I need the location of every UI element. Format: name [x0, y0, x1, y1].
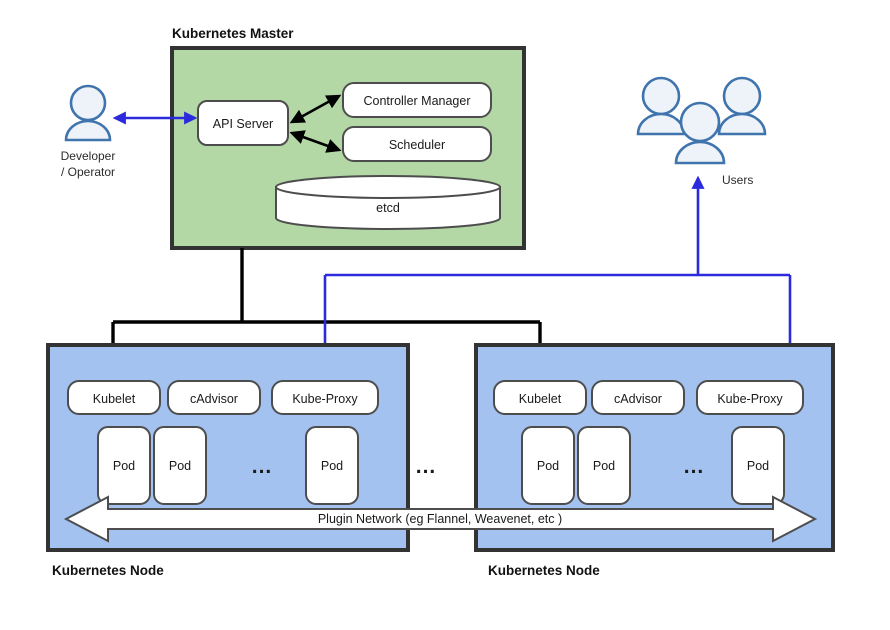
pod-label: Pod	[113, 459, 135, 473]
node-left-pod-1[interactable]: Pod	[97, 426, 151, 505]
node-left-title: Kubernetes Node	[52, 563, 164, 578]
etcd-top	[275, 175, 501, 199]
kubelet-label: Kubelet	[93, 392, 136, 406]
api-server-label: API Server	[213, 117, 273, 131]
node-right-pod-ellipsis: ...	[684, 455, 705, 478]
cadvisor-label: cAdvisor	[190, 392, 238, 406]
node-right-cadvisor[interactable]: cAdvisor	[591, 380, 685, 415]
people-group-icon-head-left	[641, 76, 681, 116]
developer-label-line2: / Operator	[61, 165, 115, 179]
people-group-icon-head-right	[722, 76, 762, 116]
cadvisor-label: cAdvisor	[614, 392, 662, 406]
kubernetes-master-group: Kubernetes Master API Server Controller …	[170, 26, 526, 250]
node-right-title: Kubernetes Node	[488, 563, 600, 578]
kubelet-label: Kubelet	[519, 392, 562, 406]
kube-proxy-label: Kube-Proxy	[292, 392, 358, 406]
developer-operator-actor[interactable]: Developer / Operator	[61, 84, 116, 179]
kubernetes-node-right: Kubelet cAdvisor Kube-Proxy Pod Pod ... …	[474, 343, 835, 578]
pod-label: Pod	[321, 459, 343, 473]
controller-manager-label: Controller Manager	[364, 94, 471, 108]
pod-label: Pod	[537, 459, 559, 473]
users-label: Users	[722, 173, 753, 187]
node-left-kube-proxy[interactable]: Kube-Proxy	[271, 380, 379, 415]
master-title: Kubernetes Master	[172, 26, 294, 41]
node-left-pod-2[interactable]: Pod	[153, 426, 207, 505]
people-group-icon-body-center	[674, 140, 726, 165]
scheduler-label: Scheduler	[389, 138, 445, 152]
node-right-pod-1[interactable]: Pod	[521, 426, 575, 505]
node-right-kube-proxy[interactable]: Kube-Proxy	[696, 380, 804, 415]
kubernetes-architecture-diagram: Kubernetes Master API Server Controller …	[46, 26, 835, 578]
pod-label: Pod	[169, 459, 191, 473]
users-actor[interactable]: Users	[636, 76, 767, 187]
developer-label-line1: Developer	[61, 149, 116, 163]
diagram-root: Kubernetes Master API Server Controller …	[0, 0, 890, 630]
kube-proxy-label: Kube-Proxy	[717, 392, 783, 406]
people-group-icon-body-left	[636, 112, 686, 136]
kubernetes-node-left: Kubelet cAdvisor Kube-Proxy Pod Pod ... …	[46, 343, 410, 578]
scheduler-box[interactable]: Scheduler	[342, 126, 492, 162]
etcd-label: etcd	[376, 201, 400, 215]
pod-label: Pod	[593, 459, 615, 473]
people-group-icon-body-right	[717, 112, 767, 136]
node-left-kubelet[interactable]: Kubelet	[67, 380, 161, 415]
people-group-icon-head-center	[679, 101, 721, 143]
node-right-pod-2[interactable]: Pod	[577, 426, 631, 505]
plugin-network-label: Plugin Network (eg Flannel, Weavenet, et…	[318, 512, 562, 526]
pod-label: Pod	[747, 459, 769, 473]
api-server-box[interactable]: API Server	[197, 100, 289, 146]
etcd-cylinder[interactable]: etcd	[275, 175, 501, 230]
node-right-kubelet[interactable]: Kubelet	[493, 380, 587, 415]
person-icon-head	[69, 84, 107, 122]
node-left-cadvisor[interactable]: cAdvisor	[167, 380, 261, 415]
between-nodes-ellipsis: ...	[416, 455, 437, 478]
node-right-pod-3[interactable]: Pod	[731, 426, 785, 505]
controller-manager-box[interactable]: Controller Manager	[342, 82, 492, 118]
node-left-pod-3[interactable]: Pod	[305, 426, 359, 505]
person-icon-body	[64, 119, 112, 142]
node-left-pod-ellipsis: ...	[252, 455, 273, 478]
